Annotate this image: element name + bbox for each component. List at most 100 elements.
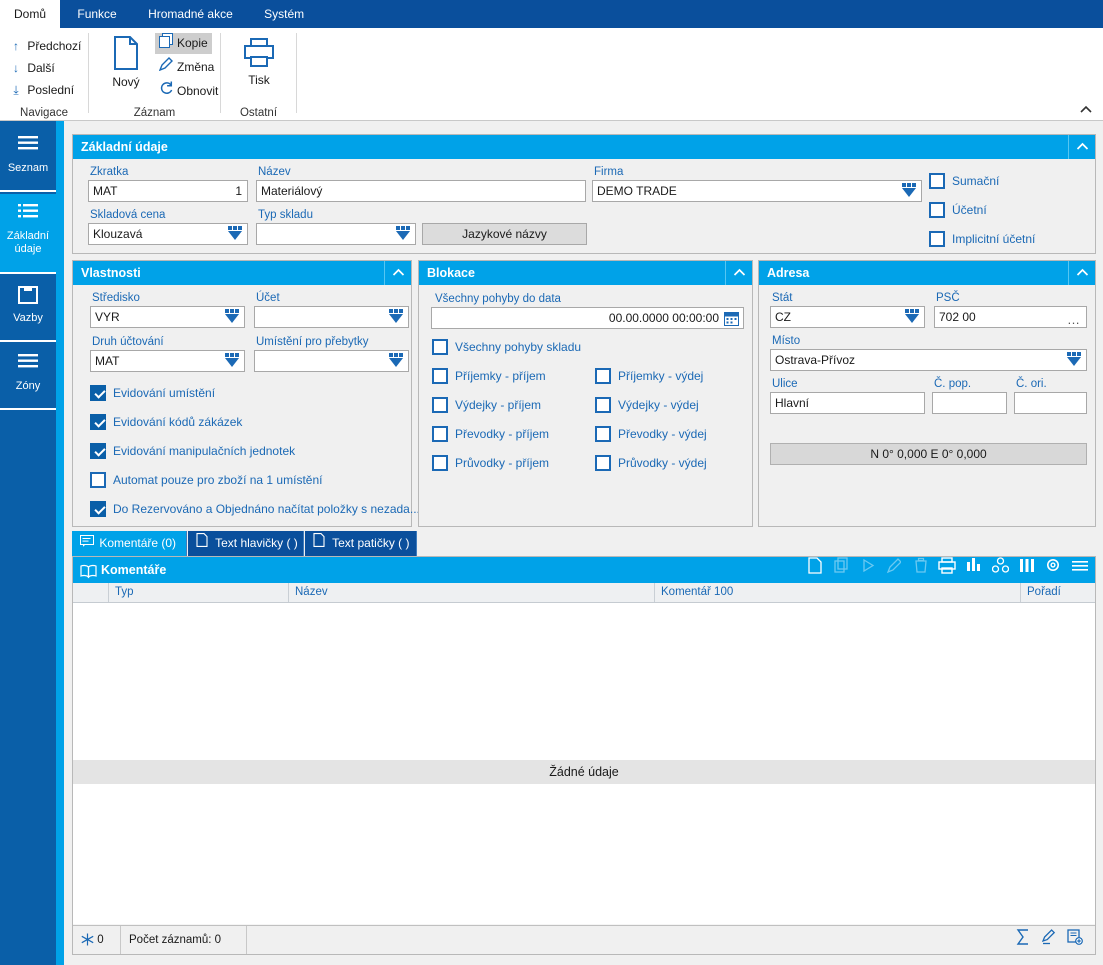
checkbox-vsechny-pohyby-skladu-box[interactable] — [432, 339, 448, 355]
firma-dropdown-icon[interactable] — [901, 183, 918, 201]
checkbox-vydejky-vydej-box[interactable] — [595, 397, 611, 413]
ribbon-tab-system[interactable]: Systém — [250, 0, 318, 28]
calendar-icon[interactable] — [724, 311, 739, 326]
run-icon — [856, 557, 879, 583]
ribbon-button-predchozi[interactable]: ↑ Předchozí — [8, 36, 81, 56]
sidebar-item-zakladni-udaje[interactable]: Základní údaje — [0, 194, 56, 274]
tab-text-paticky-label: Text patičky ( ) — [332, 536, 409, 550]
skladova-cena-dropdown-icon[interactable] — [227, 226, 244, 244]
panel-blokace-collapse-icon[interactable] — [725, 261, 746, 285]
panel-vlastnosti-collapse-icon[interactable] — [384, 261, 405, 285]
checkbox-prevodky-prijem-box[interactable] — [432, 426, 448, 442]
new-record-icon[interactable] — [803, 557, 826, 583]
ribbon-button-novy[interactable]: Nový — [97, 36, 155, 89]
stat-dropdown-icon[interactable] — [904, 309, 921, 327]
umisteni-prebytky-dropdown-icon[interactable] — [388, 353, 405, 371]
settings-icon[interactable] — [1042, 557, 1065, 583]
input-typ-skladu[interactable] — [256, 223, 416, 245]
psc-more-icon[interactable]: … — [1067, 310, 1081, 328]
input-ulice[interactable]: Hlavní — [770, 392, 925, 414]
tab-text-paticky[interactable]: Text patičky ( ) — [305, 531, 417, 556]
label-psc: PSČ — [936, 292, 960, 304]
sidebar-item-seznam[interactable]: Seznam — [0, 126, 56, 192]
ribbon-button-posledni[interactable]: ⤓ Poslední — [8, 80, 74, 100]
sidebar-item-zony[interactable]: Zóny — [0, 344, 56, 410]
checkbox-ucetni-label: Účetní — [952, 201, 987, 219]
input-vsechny-pohyby-do-data[interactable]: 00.00.0000 00:00:00 — [431, 307, 744, 329]
column-header-nazev[interactable]: Název — [289, 583, 655, 602]
chart-icon[interactable] — [962, 557, 985, 583]
ribbon-tab-domu[interactable]: Domů — [0, 0, 60, 28]
ribbon-button-zmena[interactable]: Změna — [155, 57, 218, 78]
stredisko-dropdown-icon[interactable] — [224, 309, 241, 327]
input-stredisko[interactable]: VYR — [90, 306, 245, 328]
column-header-typ[interactable]: Typ — [109, 583, 289, 602]
checkbox-implicitni-ucetni-box[interactable] — [929, 231, 945, 247]
ribbon-tab-funkce[interactable]: Funkce — [63, 0, 130, 28]
input-c-ori[interactable] — [1014, 392, 1087, 414]
checkbox-evidovani-umisteni-box[interactable] — [90, 385, 106, 401]
panel-zakladni-udaje-collapse-icon[interactable] — [1068, 135, 1089, 159]
input-druh-uctovani[interactable]: MAT — [90, 350, 245, 372]
ribbon-button-kopie[interactable]: Kopie — [155, 33, 212, 54]
ribbon-button-obnovit[interactable]: Obnovit — [155, 81, 222, 102]
column-header-selector[interactable] — [73, 583, 109, 602]
edit-inline-icon[interactable] — [1037, 929, 1061, 951]
tab-komentare[interactable]: Komentáře (0) — [72, 531, 187, 556]
column-header-poradi[interactable]: Pořadí — [1021, 583, 1095, 602]
input-umisteni-prebytky[interactable] — [254, 350, 409, 372]
columns-icon[interactable] — [1015, 557, 1038, 583]
input-skladova-cena[interactable]: Klouzavá — [88, 223, 248, 245]
checkbox-sumacni-box[interactable] — [929, 173, 945, 189]
checkbox-evidovani-kodu-zakazek-box[interactable] — [90, 414, 106, 430]
grid-body[interactable]: Žádné údaje — [73, 603, 1095, 924]
ribbon-collapse-chevron-icon[interactable] — [1079, 105, 1093, 117]
panel-adresa-collapse-icon[interactable] — [1068, 261, 1089, 285]
copy-icon — [159, 33, 177, 55]
checkbox-pruvodky-prijem-box[interactable] — [432, 455, 448, 471]
misto-dropdown-icon[interactable] — [1066, 352, 1083, 370]
grid-status-bar: 0 Počet záznamů: 0 — [73, 925, 1095, 954]
input-ucet[interactable] — [254, 306, 409, 328]
input-firma[interactable]: DEMO TRADE — [592, 180, 922, 202]
tab-text-hlavicky[interactable]: Text hlavičky ( ) — [188, 531, 304, 556]
input-c-pop[interactable] — [932, 392, 1007, 414]
checkbox-evidovani-manipulacnich-jednotek-box[interactable] — [90, 443, 106, 459]
typ-skladu-dropdown-icon[interactable] — [395, 226, 412, 244]
ribbon-tab-hromadne-akce[interactable]: Hromadné akce — [134, 0, 247, 28]
checkbox-ucetni-box[interactable] — [929, 202, 945, 218]
checkbox-do-rezervovano-objednano-box[interactable] — [90, 501, 106, 517]
input-nazev[interactable]: Materiálový — [256, 180, 586, 202]
add-record-icon[interactable] — [1063, 929, 1087, 951]
ribbon-button-tisk[interactable]: Tisk — [231, 38, 287, 87]
input-zkratka[interactable]: MAT 1 — [88, 180, 248, 202]
checkbox-vydejky-prijem-box[interactable] — [432, 397, 448, 413]
input-stat[interactable]: CZ — [770, 306, 925, 328]
checkbox-prijemky-prijem-box[interactable] — [432, 368, 448, 384]
gps-coordinates-display[interactable]: N 0° 0,000 E 0° 0,000 — [770, 443, 1087, 465]
checkbox-prijemky-prijem-label: Příjemky - příjem — [455, 367, 546, 385]
ucet-dropdown-icon[interactable] — [388, 309, 405, 327]
freeze-status[interactable]: 0 — [73, 926, 121, 954]
druh-uctovani-dropdown-icon[interactable] — [224, 353, 241, 371]
tab-komentare-label: Komentáře (0) — [99, 536, 176, 550]
checkbox-pruvodky-vydej-box[interactable] — [595, 455, 611, 471]
pivot-icon[interactable] — [989, 557, 1012, 583]
sidebar-item-vazby[interactable]: Vazby — [0, 276, 56, 342]
column-header-komentar[interactable]: Komentář 100 — [655, 583, 1021, 602]
label-skladova-cena: Skladová cena — [90, 209, 165, 221]
menu-icon[interactable] — [1068, 557, 1091, 583]
checkbox-prevodky-vydej-box[interactable] — [595, 426, 611, 442]
sidebar-accent-strip — [56, 121, 64, 965]
input-misto[interactable]: Ostrava-Přívoz — [770, 349, 1087, 371]
grid-header: Komentáře — [73, 557, 1095, 583]
ribbon-button-dalsi[interactable]: ↓ Další — [8, 58, 55, 78]
checkbox-prijemky-vydej-box[interactable] — [595, 368, 611, 384]
checkbox-automat-pouze-pro-zbozi-box[interactable] — [90, 472, 106, 488]
sum-icon[interactable] — [1011, 929, 1035, 951]
input-psc[interactable]: 702 00 … — [934, 306, 1087, 328]
input-stredisko-value: VYR — [95, 310, 120, 324]
label-stat: Stát — [772, 292, 792, 304]
print-icon[interactable] — [936, 557, 959, 583]
button-jazykove-nazvy[interactable]: Jazykové názvy — [422, 223, 587, 245]
